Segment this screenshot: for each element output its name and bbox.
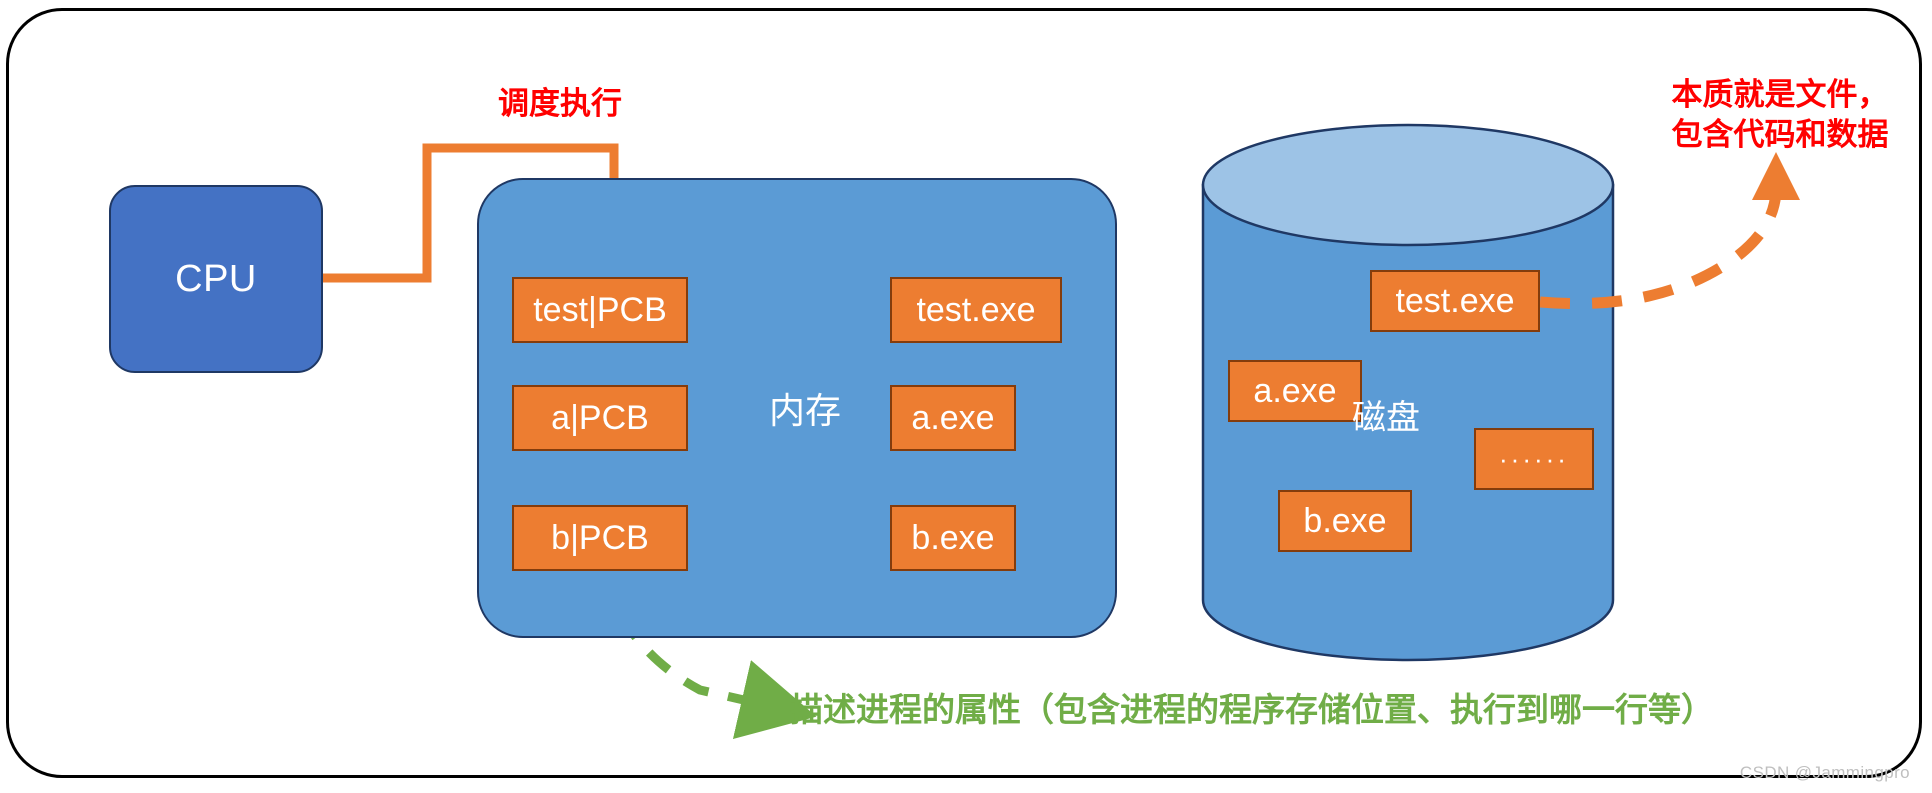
pcb-box-b[interactable]: b|PCB — [512, 505, 688, 571]
pcb-description-note: 描述进程的属性（包含进程的程序存储位置、执行到哪一行等） — [790, 691, 1714, 728]
memory-exe-box-test-label: test.exe — [916, 290, 1036, 329]
disk-file-b-label: b.exe — [1303, 501, 1387, 540]
disk-file-b[interactable]: b.exe — [1278, 490, 1412, 552]
disk-file-a[interactable]: a.exe — [1228, 360, 1362, 422]
file-essence-note: 本质就是文件， 包含代码和数据 — [1671, 77, 1889, 153]
pcb-box-b-label: b|PCB — [551, 518, 649, 557]
memory-exe-box-a[interactable]: a.exe — [890, 385, 1016, 451]
memory-exe-box-test[interactable]: test.exe — [890, 277, 1062, 343]
diagram-canvas: CPU test|PCB a|PCB b|PCB test.exe a.exe … — [0, 0, 1932, 793]
pcb-box-test[interactable]: test|PCB — [512, 277, 688, 343]
memory-exe-box-a-label: a.exe — [911, 398, 995, 437]
schedule-note: 调度执行 — [498, 86, 622, 121]
disk-file-more[interactable]: ······ — [1474, 428, 1594, 490]
disk-file-test-label: test.exe — [1395, 281, 1515, 320]
cpu-label: CPU — [175, 257, 257, 300]
cpu-box[interactable]: CPU — [109, 185, 323, 373]
memory-exe-box-b-label: b.exe — [911, 518, 995, 557]
disk-file-a-label: a.exe — [1253, 371, 1337, 410]
pcb-box-test-label: test|PCB — [533, 290, 667, 329]
memory-label: 内存 — [768, 390, 841, 431]
memory-exe-box-b[interactable]: b.exe — [890, 505, 1016, 571]
disk-file-more-label: ······ — [1499, 443, 1569, 474]
watermark: CSDN @Jammingpro — [1739, 763, 1910, 782]
pcb-box-a-label: a|PCB — [551, 398, 649, 437]
disk-file-test[interactable]: test.exe — [1370, 270, 1540, 332]
disk-label: 磁盘 — [1352, 398, 1420, 437]
pcb-box-a[interactable]: a|PCB — [512, 385, 688, 451]
